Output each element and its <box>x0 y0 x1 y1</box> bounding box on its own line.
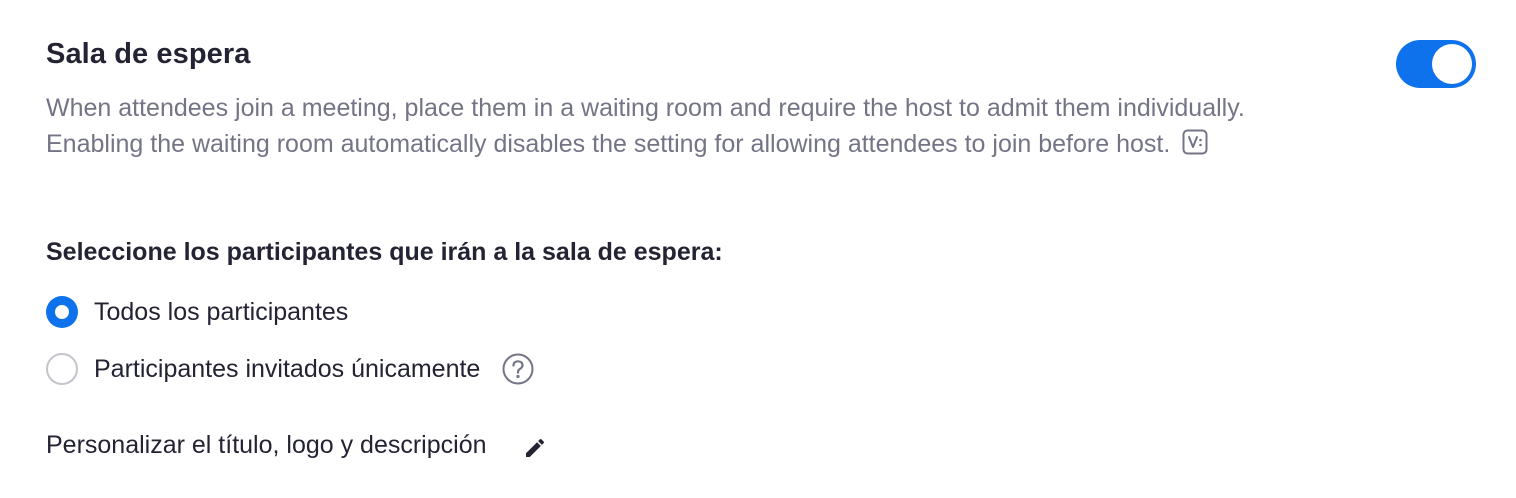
waiting-room-setting: Sala de espera When attendees join a mee… <box>46 0 1486 498</box>
waiting-room-toggle[interactable] <box>1396 40 1476 88</box>
pencil-icon[interactable] <box>523 436 547 460</box>
option-invited-participants[interactable]: Participantes invitados únicamente <box>46 353 534 385</box>
setting-description: When attendees join a meeting, place the… <box>46 90 1311 162</box>
option-label: Todos los participantes <box>94 297 349 326</box>
setting-title: Sala de espera <box>46 38 251 70</box>
radio-all-participants[interactable] <box>46 296 78 328</box>
toggle-knob <box>1432 44 1472 84</box>
setting-description-text: When attendees join a meeting, place the… <box>46 94 1245 158</box>
customize-waiting-room: Personalizar el título, logo y descripci… <box>46 431 547 460</box>
customize-label: Personalizar el título, logo y descripci… <box>46 431 487 459</box>
question-circle-icon[interactable] <box>502 353 534 385</box>
option-label: Participantes invitados únicamente <box>94 354 481 383</box>
radio-invited-participants[interactable] <box>46 353 78 385</box>
video-badge-icon <box>1182 129 1208 155</box>
option-all-participants[interactable]: Todos los participantes <box>46 296 348 328</box>
participants-subheading: Seleccione los participantes que irán a … <box>46 238 723 266</box>
